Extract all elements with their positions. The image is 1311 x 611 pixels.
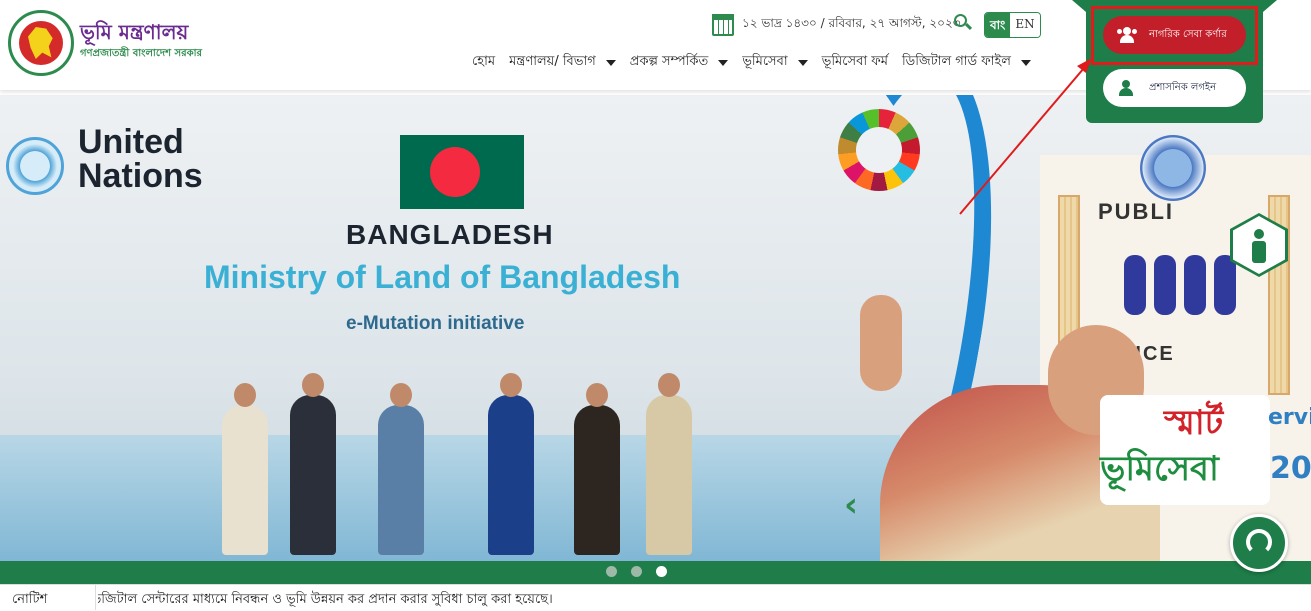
notice-ticker: নোটিশ ডিজিটাল সেন্টারের মাধ্যমে নিবন্ধন … [0, 584, 1311, 611]
support-chat-icon[interactable] [1230, 514, 1288, 572]
caret-down-icon [718, 59, 729, 66]
photo-person [378, 383, 424, 555]
hero-banner: United Nations BANGLADESH Ministry of La… [0, 95, 1311, 561]
citizen-service-corner-label: নাগরিক সেবা কর্ণার [1149, 28, 1227, 40]
carousel-dot[interactable] [631, 566, 642, 577]
main-nav: হোম মন্ত্রণালয়/ বিভাগ প্রকল্প সম্পর্কিত… [472, 52, 1045, 73]
bangladesh-flag [400, 135, 524, 209]
un-line1: United [78, 123, 184, 161]
carousel-indicators [606, 566, 681, 577]
nav-label: প্রকল্প সম্পর্কিত [629, 54, 709, 69]
photo-person [574, 383, 620, 555]
photo-person [222, 383, 268, 555]
site-subtitle: গণপ্রজাতন্ত্রী বাংলাদেশ সরকার [80, 48, 202, 59]
carousel-dot-active[interactable] [656, 566, 667, 577]
land-service-text: ভূমিসেবা [1100, 449, 1219, 489]
nav-label: মন্ত্রণালয়/ বিভাগ [509, 54, 596, 69]
calendar-icon [712, 14, 734, 36]
nav-digital-guard-file[interactable]: ডিজিটাল গার্ড ফাইল [902, 52, 1031, 73]
un-line2: Nations [78, 157, 203, 195]
nav-land-service-form[interactable]: ভূমিসেবা ফর্ম [822, 52, 888, 73]
initiative-text: e-Mutation initiative [346, 313, 525, 334]
users-icon [1117, 27, 1137, 43]
lang-bn-button[interactable]: বাং [985, 13, 1011, 37]
govt-logo[interactable] [8, 10, 74, 76]
nav-land-service[interactable]: ভূমিসেবা [742, 52, 808, 73]
smart-land-service-logo: স্মার্ট ভূমিসেবা [1100, 395, 1270, 505]
photo-person [646, 373, 692, 555]
photo-person [290, 373, 336, 555]
photo-person [488, 373, 534, 555]
nav-label: ভূমিসেবা ফর্ম [821, 54, 888, 69]
date-display: ১২ ভাদ্র ১৪৩০ / রবিবার, ২৭ আগস্ট, ২০২৩ [712, 14, 961, 36]
un-emblem-icon [6, 137, 64, 195]
nav-projects[interactable]: প্রকল্প সম্পর্কিত [629, 52, 729, 73]
nav-label: ডিজিটাল গার্ড ফাইল [901, 54, 1011, 69]
admin-login-label: প্রশাসনিক লগইন [1149, 81, 1217, 93]
user-icon [1117, 80, 1137, 96]
citizen-service-corner-button[interactable]: নাগরিক সেবা কর্ণার [1103, 16, 1246, 54]
admin-login-button[interactable]: প্রশাসনিক লগইন [1103, 69, 1246, 107]
nav-label: হোম [472, 54, 496, 69]
year-partial-text: 20 [1270, 451, 1311, 486]
nav-home[interactable]: হোম [472, 52, 495, 73]
country-name: BANGLADESH [346, 219, 554, 250]
search-icon[interactable] [954, 14, 973, 32]
caret-down-icon [1020, 59, 1031, 66]
login-dropdown: নাগরিক সেবা কর্ণার প্রশাসনিক লগইন [1072, 0, 1277, 123]
carousel-prev-button[interactable]: ‹ [844, 485, 858, 525]
lang-en-button[interactable]: EN [1010, 13, 1040, 37]
public-text: PUBLI [1098, 199, 1174, 224]
un-logo-text: United Nations [78, 125, 203, 193]
un-emblem-icon [1140, 135, 1206, 201]
service-partial-text: ervice [1268, 405, 1311, 430]
language-switcher: বাং EN [984, 12, 1041, 38]
carousel-dot[interactable] [606, 566, 617, 577]
caret-down-icon [797, 59, 808, 66]
ministry-heading: Ministry of Land of Bangladesh [204, 259, 681, 295]
nav-ministry[interactable]: মন্ত্রণালয়/ বিভাগ [509, 52, 616, 73]
stage-background [0, 435, 900, 561]
caret-down-icon [605, 59, 616, 66]
notice-text[interactable]: ডিজিটাল সেন্টারের মাধ্যমে নিবন্ধন ও ভূমি… [98, 590, 1298, 611]
nav-label: ভূমিসেবা [742, 54, 788, 69]
notice-label: নোটিশ [0, 585, 96, 610]
date-text: ১২ ভাদ্র ১৪৩০ / রবিবার, ২৭ আগস্ট, ২০২৩ [742, 16, 961, 30]
